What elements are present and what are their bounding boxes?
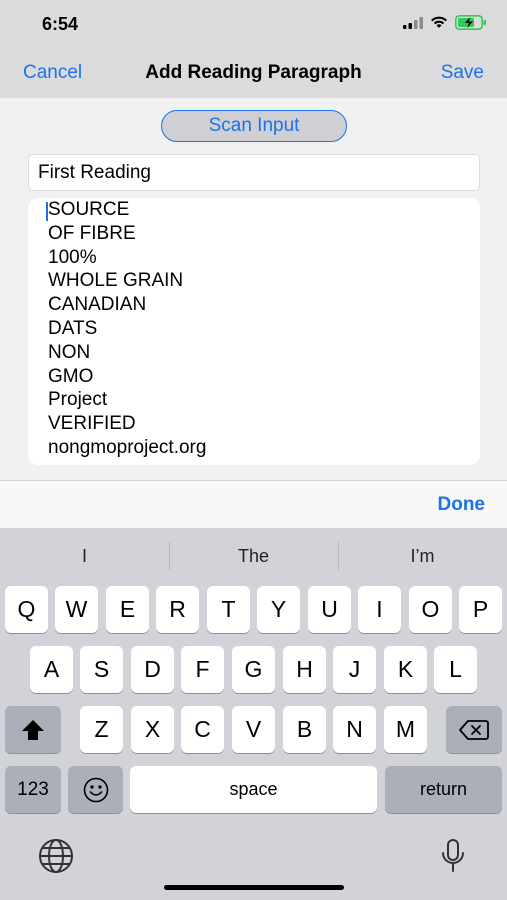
navigation-header: 6:54 Cancel Add Reading Paragraph Save: [0, 0, 507, 98]
key-k[interactable]: K: [384, 646, 427, 693]
suggestion-item[interactable]: The: [169, 546, 338, 567]
key-o[interactable]: O: [409, 586, 452, 633]
save-button[interactable]: Save: [441, 62, 484, 84]
return-key[interactable]: return: [385, 766, 502, 813]
key-m[interactable]: M: [384, 706, 427, 753]
key-x[interactable]: X: [131, 706, 174, 753]
key-a[interactable]: A: [30, 646, 73, 693]
suggestion-item[interactable]: I’m: [338, 546, 507, 567]
key-g[interactable]: G: [232, 646, 275, 693]
text-line: nongmoproject.org: [48, 436, 207, 458]
key-q[interactable]: Q: [5, 586, 48, 633]
key-d[interactable]: D: [131, 646, 174, 693]
keyboard: I The I’m Q W E R T Y U I O P A S D F G …: [0, 528, 507, 900]
microphone-icon[interactable]: [440, 838, 466, 874]
keyboard-toolbar: Done: [0, 480, 507, 528]
key-i[interactable]: I: [358, 586, 401, 633]
space-key[interactable]: space: [130, 766, 377, 813]
done-button[interactable]: Done: [438, 494, 486, 516]
text-line: GMO: [48, 365, 94, 387]
wifi-icon: [431, 16, 447, 28]
scan-input-button[interactable]: Scan Input: [161, 110, 347, 142]
battery-charging-icon: [455, 15, 486, 30]
key-f[interactable]: F: [181, 646, 224, 693]
key-b[interactable]: B: [283, 706, 326, 753]
text-line: Project: [48, 389, 108, 411]
form-content: Scan Input First Reading SOURCE OF FIBRE…: [0, 98, 507, 480]
backspace-key[interactable]: [446, 706, 502, 753]
key-u[interactable]: U: [308, 586, 351, 633]
key-l[interactable]: L: [434, 646, 477, 693]
key-r[interactable]: R: [156, 586, 199, 633]
key-e[interactable]: E: [106, 586, 149, 633]
status-icons: [403, 15, 487, 30]
key-v[interactable]: V: [232, 706, 275, 753]
text-line: NON: [48, 341, 91, 363]
signal-icon: [403, 16, 423, 29]
suggestion-item[interactable]: I: [0, 546, 169, 567]
backspace-icon: [459, 720, 489, 740]
key-h[interactable]: H: [283, 646, 326, 693]
page-title: Add Reading Paragraph: [145, 62, 362, 83]
key-p[interactable]: P: [459, 586, 502, 633]
title-input[interactable]: First Reading: [28, 154, 480, 191]
globe-icon[interactable]: [38, 838, 74, 874]
emoji-icon: [83, 777, 108, 803]
text-line: WHOLE GRAIN: [48, 270, 184, 292]
key-c[interactable]: C: [181, 706, 224, 753]
text-line: CANADIAN: [48, 294, 147, 316]
key-t[interactable]: T: [207, 586, 250, 633]
text-line: OF FIBRE: [48, 222, 136, 244]
emoji-key[interactable]: [68, 766, 123, 813]
paragraph-textarea[interactable]: SOURCE OF FIBRE 100% WHOLE GRAIN CANADIA…: [28, 198, 480, 465]
text-line: 100%: [48, 246, 97, 268]
suggestion-bar: I The I’m: [0, 528, 507, 584]
status-time: 6:54: [42, 14, 79, 34]
shift-key[interactable]: [5, 706, 61, 753]
key-n[interactable]: N: [333, 706, 376, 753]
key-z[interactable]: Z: [80, 706, 123, 753]
shift-icon: [22, 720, 44, 740]
key-j[interactable]: J: [333, 646, 376, 693]
text-line: VERIFIED: [48, 413, 136, 435]
text-caret: [46, 202, 48, 221]
numbers-key[interactable]: 123: [5, 766, 61, 813]
text-line: DATS: [48, 317, 98, 339]
text-line: SOURCE: [48, 199, 130, 220]
key-y[interactable]: Y: [257, 586, 300, 633]
key-s[interactable]: S: [80, 646, 123, 693]
home-indicator: [164, 885, 344, 890]
key-w[interactable]: W: [55, 586, 98, 633]
